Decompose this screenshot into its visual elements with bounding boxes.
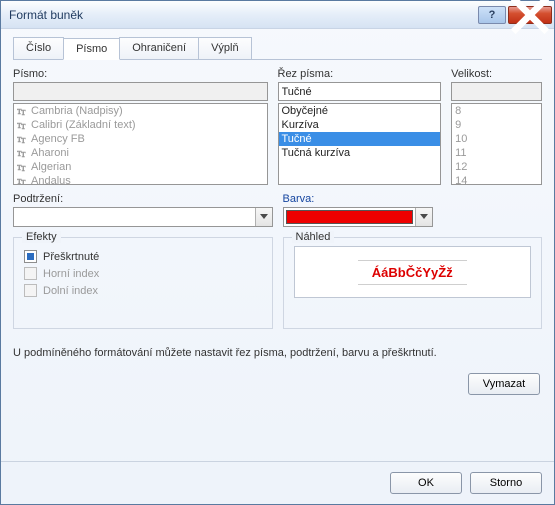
style-item[interactable]: Tučné <box>279 132 441 146</box>
tab-font[interactable]: Písmo <box>63 38 120 60</box>
size-label: Velikost: <box>451 68 542 80</box>
underline-combo[interactable] <box>13 207 273 227</box>
size-item[interactable]: 10 <box>452 132 541 146</box>
style-item[interactable]: Kurzíva <box>279 118 441 132</box>
hint-text: U podmíněného formátování můžete nastavi… <box>13 347 542 359</box>
underline-value <box>14 208 255 226</box>
window-title: Formát buněk <box>9 8 476 22</box>
superscript-checkbox: Horní index <box>24 267 262 280</box>
chevron-down-icon[interactable] <box>415 208 432 226</box>
tab-bar: Číslo Písmo Ohraničení Výplň <box>13 37 542 60</box>
format-cells-dialog: Formát buněk ? Číslo Písmo Ohraničení Vý… <box>0 0 555 505</box>
underline-label: Podtržení: <box>13 193 273 205</box>
size-listbox[interactable]: 8 9 10 11 12 14 <box>451 103 542 185</box>
font-listbox[interactable]: ꭲꭲCambria (Nadpisy) ꭲꭲCalibri (Základní … <box>13 103 268 185</box>
style-input[interactable] <box>278 82 442 101</box>
svg-text:ꭲ: ꭲ <box>20 148 26 158</box>
titlebar: Formát buněk ? <box>1 1 554 29</box>
preview-legend: Náhled <box>292 231 335 243</box>
help-button[interactable]: ? <box>478 6 506 24</box>
preview-sample: ÁáBbČčYyŽž <box>358 260 467 285</box>
dialog-footer: OK Storno <box>1 461 554 504</box>
svg-text:ꭲ: ꭲ <box>20 120 26 130</box>
font-item: ꭲꭲAlgerian <box>14 160 267 174</box>
truetype-icon: ꭲꭲ <box>17 162 28 172</box>
font-item: ꭲꭲAndalus <box>14 174 267 185</box>
dialog-body: Číslo Písmo Ohraničení Výplň Písmo: ꭲꭲCa… <box>1 29 554 461</box>
style-item[interactable]: Tučná kurzíva <box>279 146 441 160</box>
truetype-icon: ꭲꭲ <box>17 176 28 185</box>
color-swatch <box>286 210 413 224</box>
font-item: ꭲꭲCambria (Nadpisy) <box>14 104 267 118</box>
checkbox-icon <box>24 284 37 297</box>
effects-legend: Efekty <box>22 231 61 243</box>
close-button[interactable] <box>508 6 552 24</box>
font-item: ꭲꭲAharoni <box>14 146 267 160</box>
truetype-icon: ꭲꭲ <box>17 120 28 130</box>
preview-box: ÁáBbČčYyŽž <box>294 246 532 298</box>
font-item: ꭲꭲCalibri (Základní text) <box>14 118 267 132</box>
size-input <box>451 82 542 101</box>
tab-fill[interactable]: Výplň <box>198 37 252 59</box>
tab-border[interactable]: Ohraničení <box>119 37 199 59</box>
size-item[interactable]: 9 <box>452 118 541 132</box>
font-input <box>13 82 268 101</box>
svg-text:ꭲ: ꭲ <box>20 106 26 116</box>
tab-content-font: Písmo: ꭲꭲCambria (Nadpisy) ꭲꭲCalibri (Zá… <box>13 68 542 449</box>
subscript-checkbox: Dolní index <box>24 284 262 297</box>
clear-button[interactable]: Vymazat <box>468 373 540 395</box>
svg-text:ꭲ: ꭲ <box>20 162 26 172</box>
style-item[interactable]: Obyčejné <box>279 104 441 118</box>
tab-number[interactable]: Číslo <box>13 37 64 59</box>
size-item[interactable]: 11 <box>452 146 541 160</box>
ok-button[interactable]: OK <box>390 472 462 494</box>
font-label: Písmo: <box>13 68 268 80</box>
style-listbox[interactable]: Obyčejné Kurzíva Tučné Tučná kurzíva <box>278 103 442 185</box>
truetype-icon: ꭲꭲ <box>17 148 28 158</box>
color-label: Barva: <box>283 193 543 205</box>
truetype-icon: ꭲꭲ <box>17 106 28 116</box>
effects-fieldset: Efekty Přeškrtnuté Horní index Dolní ind… <box>13 237 273 329</box>
truetype-icon: ꭲꭲ <box>17 134 28 144</box>
checkbox-icon <box>24 267 37 280</box>
svg-text:ꭲ: ꭲ <box>20 176 26 185</box>
preview-fieldset: Náhled ÁáBbČčYyŽž <box>283 237 543 329</box>
size-item[interactable]: 14 <box>452 174 541 185</box>
size-item[interactable]: 12 <box>452 160 541 174</box>
size-item[interactable]: 8 <box>452 104 541 118</box>
cancel-button[interactable]: Storno <box>470 472 542 494</box>
style-label: Řez písma: <box>278 68 442 80</box>
strikethrough-checkbox[interactable]: Přeškrtnuté <box>24 250 262 263</box>
font-item: ꭲꭲAgency FB <box>14 132 267 146</box>
svg-text:ꭲ: ꭲ <box>20 134 26 144</box>
chevron-down-icon[interactable] <box>255 208 272 226</box>
color-combo[interactable] <box>283 207 433 227</box>
checkbox-icon <box>24 250 37 263</box>
